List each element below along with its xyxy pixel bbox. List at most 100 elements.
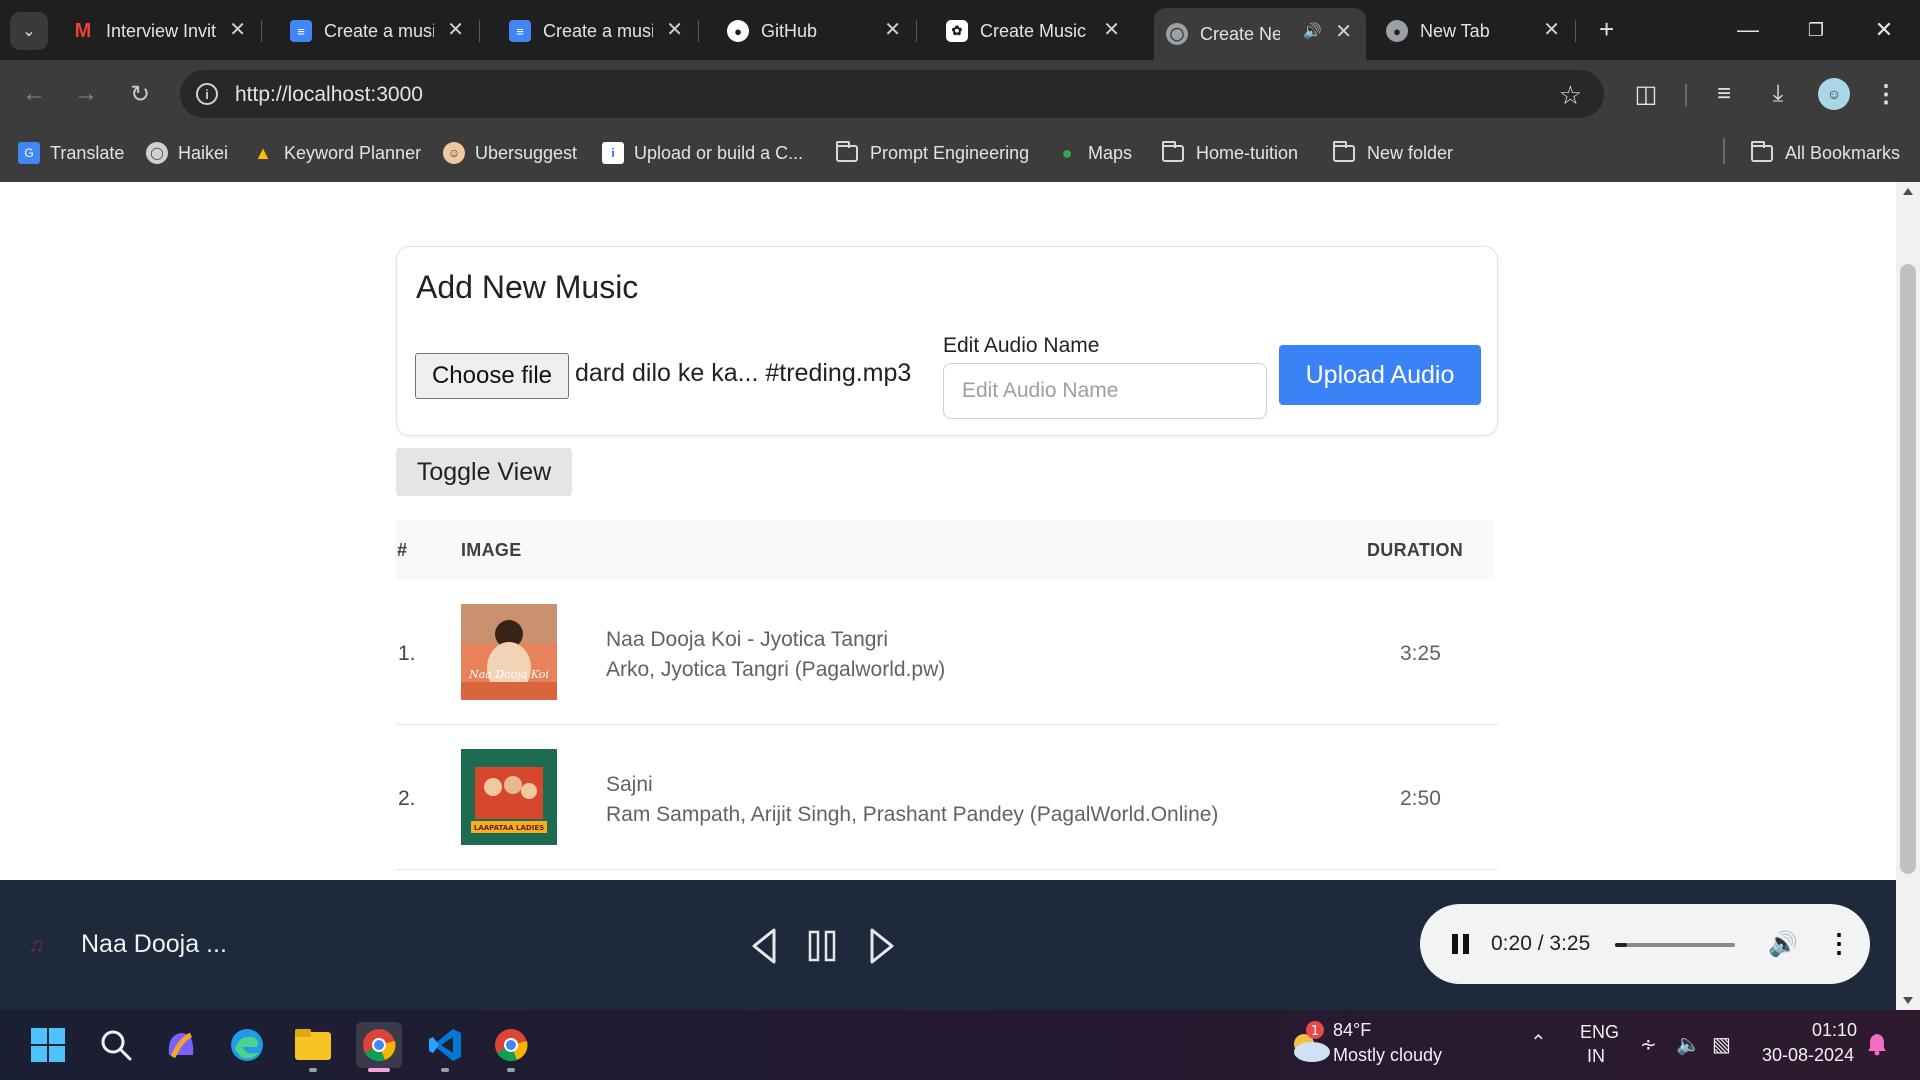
column-header-image: IMAGE <box>461 540 522 560</box>
chrome-icon: ● <box>1386 20 1408 42</box>
tab-active-localhost[interactable]: ◯ Create Ne 🔊 ✕ <box>1154 8 1366 60</box>
tab-chatgpt[interactable]: ✿ Create Music I ✕ <box>934 10 1134 52</box>
page-content: Add New Music Choose file dard dilo ke k… <box>0 182 1896 880</box>
close-icon[interactable]: ✕ <box>1543 20 1560 40</box>
tab-new-tab[interactable]: ● New Tab ✕ <box>1374 10 1576 52</box>
file-explorer-icon[interactable] <box>290 1022 336 1072</box>
audio-pause-icon[interactable] <box>1452 934 1470 954</box>
bookmark-upload-build[interactable]: i Upload or build a C... <box>602 138 803 168</box>
bookmark-maps[interactable]: ● Maps <box>1056 138 1132 168</box>
audio-time: 0:20 / 3:25 <box>1491 932 1591 955</box>
vscode-icon[interactable] <box>422 1022 468 1072</box>
more-menu-icon[interactable]: ⋮ <box>1868 76 1904 112</box>
choose-file-button[interactable]: Choose file <box>415 353 569 399</box>
audio-more-options-icon[interactable]: ⋮ <box>1826 928 1852 958</box>
address-bar[interactable]: i http://localhost:3000 ☆ <box>180 70 1604 118</box>
volume-icon[interactable]: 🔊 <box>1768 930 1798 959</box>
battery-icon[interactable]: ▧ <box>1712 1032 1731 1057</box>
input-language[interactable]: ENG <box>1580 1022 1619 1043</box>
table-row[interactable]: 2. LAAPATAA LADIES Sajni Ram Sampath, Ar… <box>396 725 1498 870</box>
bookmark-folder-prompt-engineering[interactable]: Prompt Engineering <box>836 138 1029 168</box>
window-close-icon[interactable]: ✕ <box>1864 10 1904 50</box>
restore-icon[interactable]: ❐ <box>1796 10 1836 50</box>
close-icon[interactable]: ✕ <box>666 20 683 40</box>
bookmark-label: All Bookmarks <box>1785 142 1901 163</box>
song-cover-image: Naa Dooja Koi <box>461 604 557 700</box>
chatgpt-icon: ✿ <box>946 20 968 42</box>
minimize-icon[interactable]: — <box>1728 10 1768 50</box>
site-info-icon[interactable]: i <box>196 83 218 105</box>
bookmark-haikei[interactable]: ◯ Haikei <box>146 138 228 168</box>
edit-audio-name-input[interactable]: Edit Audio Name <box>943 363 1267 419</box>
media-controls-icon[interactable]: ≡ <box>1706 76 1742 112</box>
tab-title: Create a music <box>543 20 653 41</box>
bookmark-star-icon[interactable]: ☆ <box>1559 80 1582 111</box>
weather-badge-count: 1 <box>1311 1024 1319 1039</box>
bookmark-all-bookmarks[interactable]: All Bookmarks <box>1751 138 1900 168</box>
download-icon[interactable]: ⤓ <box>1760 76 1796 112</box>
url-text[interactable]: http://localhost:3000 <box>235 83 423 107</box>
edge-icon[interactable] <box>224 1022 270 1068</box>
previous-track-icon[interactable] <box>742 924 786 968</box>
reload-icon[interactable]: ↻ <box>120 74 160 114</box>
table-header: # IMAGE DURATION <box>396 520 1494 580</box>
now-playing-title: Naa Dooja ... <box>81 930 227 958</box>
scroll-up-arrow-icon[interactable] <box>1903 188 1913 195</box>
search-icon[interactable] <box>93 1022 139 1068</box>
upload-audio-button[interactable]: Upload Audio <box>1279 345 1481 405</box>
wifi-icon[interactable]: ∻ <box>1640 1032 1657 1057</box>
page-scrollbar[interactable] <box>1896 182 1920 1010</box>
speaker-icon[interactable]: 🔊 <box>1303 22 1322 40</box>
new-tab-plus-icon[interactable]: + <box>1599 14 1614 44</box>
toggle-view-button[interactable]: Toggle View <box>396 448 572 496</box>
weather-cloud-icon[interactable]: 1 <box>1284 1018 1334 1068</box>
audio-progress-bar[interactable] <box>1615 943 1735 947</box>
chrome-taskbar-icon[interactable] <box>356 1022 402 1072</box>
close-icon[interactable]: ✕ <box>1335 22 1352 42</box>
cover-text: LAAPATAA LADIES <box>474 824 544 832</box>
tab-docs-1[interactable]: ≡ Create a music ✕ <box>278 10 480 52</box>
ubersuggest-icon: ☺ <box>443 142 465 164</box>
scroll-thumb[interactable] <box>1900 264 1916 874</box>
bookmark-folder-home-tuition[interactable]: Home-tuition <box>1162 138 1298 168</box>
bookmark-label: Home-tuition <box>1196 142 1299 163</box>
bookmarks-bar: G Translate ◯ Haikei ▲ Keyword Planner ☺… <box>0 126 1920 182</box>
tray-overflow-chevron-icon[interactable]: ⌃ <box>1530 1030 1547 1055</box>
bookmark-translate[interactable]: G Translate <box>18 138 124 168</box>
close-icon[interactable]: ✕ <box>447 20 464 40</box>
clock-date[interactable]: 30-08-2024 <box>1762 1045 1854 1066</box>
bookmark-label: Keyword Planner <box>284 142 422 163</box>
tab-gmail[interactable]: M Interview Invit ✕ <box>60 10 262 52</box>
notification-bell-icon[interactable] <box>1866 1032 1888 1056</box>
taskbar-running-indicator <box>507 1068 515 1072</box>
pause-icon[interactable] <box>800 924 844 968</box>
forward-arrow-icon[interactable]: → <box>66 74 106 114</box>
profile-avatar[interactable]: ☺ <box>1818 78 1850 110</box>
extensions-icon[interactable]: ◫ <box>1628 76 1664 112</box>
bookmark-keyword-planner[interactable]: ▲ Keyword Planner <box>252 138 421 168</box>
audio-element[interactable]: 0:20 / 3:25 🔊 ⋮ <box>1420 904 1870 984</box>
tab-docs-2[interactable]: ≡ Create a music ✕ <box>497 10 699 52</box>
close-icon[interactable]: ✕ <box>884 20 901 40</box>
chrome-profile-icon[interactable] <box>488 1022 534 1072</box>
clock-time[interactable]: 01:10 <box>1812 1020 1857 1041</box>
taskbar-active-indicator <box>368 1068 390 1072</box>
music-note-icon: ♫ <box>28 932 45 957</box>
bookmark-folder-new-folder[interactable]: New folder <box>1333 138 1453 168</box>
windows-start-icon[interactable] <box>25 1022 71 1068</box>
input-region[interactable]: IN <box>1587 1046 1605 1067</box>
table-row[interactable]: 1. Naa Dooja Koi Naa Dooja Koi - Jyotica… <box>396 580 1498 725</box>
folder-icon <box>1333 140 1355 162</box>
bookmark-ubersuggest[interactable]: ☺ Ubersuggest <box>443 138 577 168</box>
tab-search-button[interactable]: ⌄ <box>10 12 48 50</box>
copilot-icon[interactable] <box>158 1022 204 1068</box>
scroll-down-arrow-icon[interactable] <box>1903 997 1913 1004</box>
volume-tray-icon[interactable]: 🔈 <box>1676 1032 1701 1057</box>
chevron-down-icon: ⌄ <box>22 23 36 40</box>
next-track-icon[interactable] <box>860 924 904 968</box>
back-arrow-icon[interactable]: ← <box>14 74 54 114</box>
close-icon[interactable]: ✕ <box>1103 20 1120 40</box>
tab-github[interactable]: ● GitHub ✕ <box>715 10 917 52</box>
close-icon[interactable]: ✕ <box>229 20 246 40</box>
bookmark-label: Haikei <box>178 142 229 163</box>
